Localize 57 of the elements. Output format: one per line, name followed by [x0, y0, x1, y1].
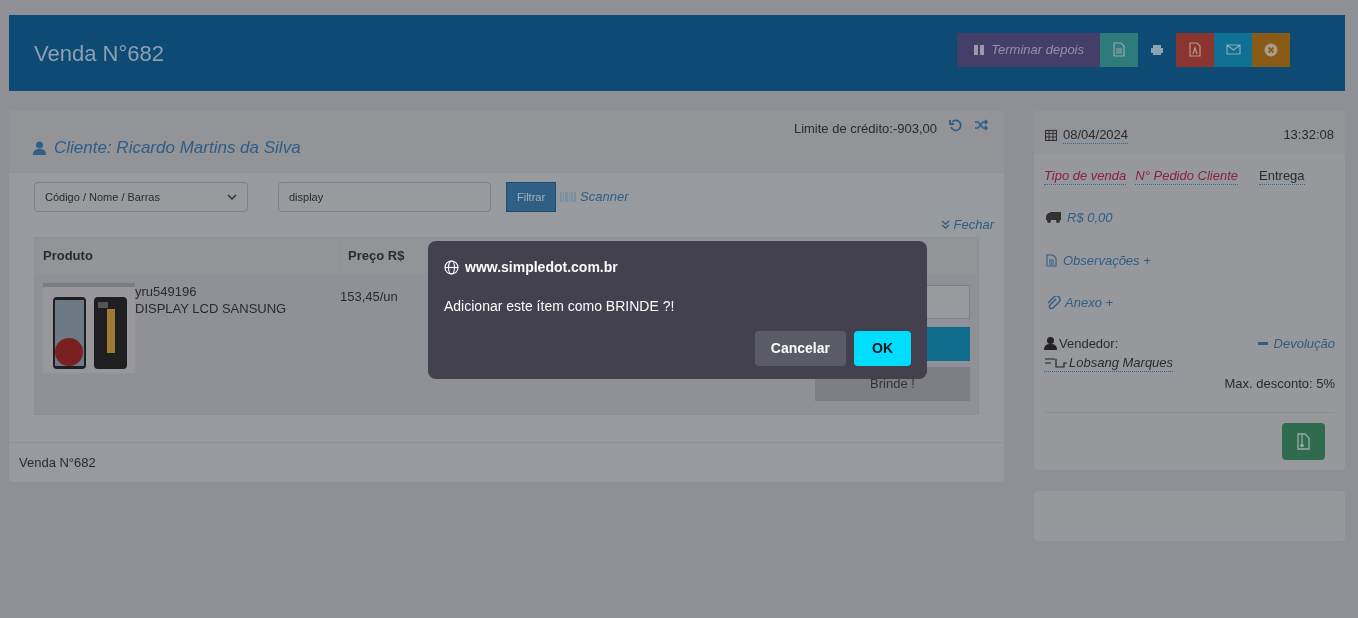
broken-glyph-icon: [1044, 356, 1069, 369]
zip-file-button[interactable]: [1282, 422, 1325, 460]
chevron-down-icon: [227, 194, 237, 200]
page-title: Venda N°682: [34, 39, 164, 68]
sale-field-link[interactable]: N° Pedido Cliente: [1135, 167, 1239, 185]
date-link[interactable]: 08/04/2024: [1063, 125, 1129, 144]
sale-field-link[interactable]: Entrega: [1259, 167, 1305, 185]
column-header: Produto: [43, 246, 93, 265]
filter-button[interactable]: Filtrar: [506, 182, 557, 212]
cancel-button[interactable]: Cancelar: [754, 331, 846, 366]
notes-link[interactable]: Observações +: [1063, 250, 1151, 270]
history-icon[interactable]: [949, 119, 962, 132]
close-filter-link[interactable]: Fechar: [953, 215, 994, 235]
zip-file-icon: [1297, 432, 1310, 450]
dialog-message: Adicionar este ítem como BRINDE ?!: [444, 297, 676, 316]
paperclip-icon: [1046, 295, 1061, 310]
product-code: yru549196: [135, 282, 198, 300]
sale-field-link[interactable]: Tipo de venda: [1044, 167, 1127, 185]
column-header: Preço R$: [348, 247, 405, 263]
envelope-icon: [1225, 44, 1241, 55]
product-price: 153,45/un: [340, 288, 398, 304]
close-icon: [1264, 42, 1278, 57]
double-chevron-down-icon: [940, 220, 950, 230]
printer-icon: [1150, 43, 1164, 56]
user-icon: [1044, 336, 1057, 350]
search-type-select[interactable]: Código / Nome / Barras: [34, 182, 248, 212]
ok-button[interactable]: OK: [854, 331, 911, 366]
truck-icon: [1046, 212, 1061, 224]
freight-link[interactable]: R$ 0,00: [1067, 208, 1113, 228]
globe-icon: [444, 260, 459, 275]
product-name: DISPLAY LCD SANSUNG: [135, 299, 287, 317]
seller-label: Vendedor:: [1059, 334, 1119, 353]
attachment-link[interactable]: Anexo +: [1065, 293, 1114, 313]
max-discount: Max. desconto: 5%: [1224, 375, 1335, 393]
pause-icon: [973, 43, 986, 56]
doc-button[interactable]: [1100, 32, 1138, 67]
seller-link[interactable]: Lobsang Marques: [1044, 354, 1174, 372]
scanner-link[interactable]: Scanner: [580, 187, 629, 207]
credit-limit: Limite de crédito:-903,00: [793, 120, 937, 138]
footer-text: Venda N°682: [19, 453, 96, 472]
pdf-button[interactable]: [1176, 32, 1214, 67]
minus-icon: [1257, 341, 1268, 345]
time-text: 13:32:08: [1283, 125, 1334, 144]
later-button[interactable]: Terminar depois: [957, 32, 1100, 67]
dialog-site: www.simpledot.com.br: [465, 258, 618, 277]
mail-button[interactable]: [1214, 32, 1252, 67]
calendar-icon: [1045, 128, 1057, 141]
shuffle-icon[interactable]: [974, 119, 988, 131]
user-icon: [33, 140, 46, 155]
client-name: Cliente: Ricardo Martins da Silva: [54, 136, 301, 159]
pdf-file-icon: [1189, 42, 1201, 57]
barcode-icon: [560, 192, 577, 202]
search-field[interactable]: display: [278, 182, 491, 212]
document-icon: [1113, 42, 1125, 57]
cancel-button[interactable]: [1252, 32, 1290, 67]
document-icon: [1046, 253, 1057, 267]
return-link[interactable]: Devolução: [1273, 333, 1335, 353]
